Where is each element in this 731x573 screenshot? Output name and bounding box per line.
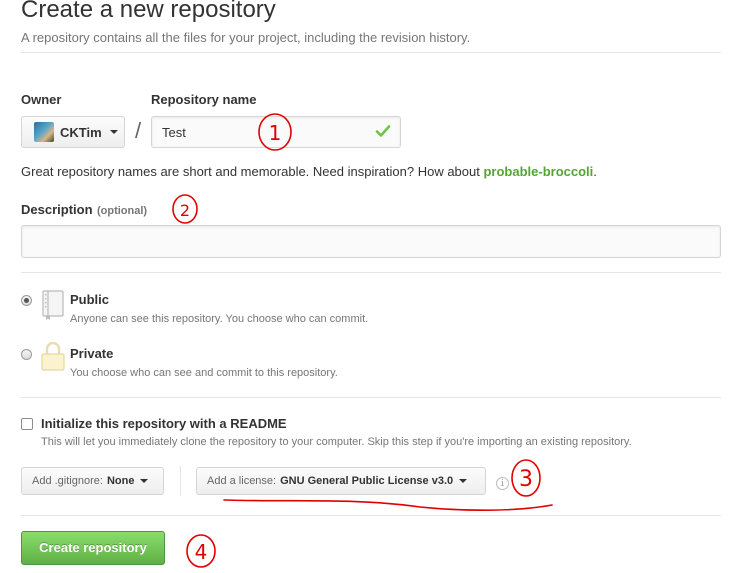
info-icon[interactable]: i (496, 477, 509, 490)
annotation-circle-3 (511, 459, 541, 497)
license-select-button[interactable]: Add a license: GNU General Public Licens… (196, 467, 486, 495)
public-title: Public (70, 292, 110, 307)
annotation-number-4: 4 (195, 540, 208, 564)
readme-checkbox[interactable] (21, 418, 33, 430)
annotation-number-3: 3 (519, 467, 533, 492)
chevron-down-icon (459, 479, 468, 483)
chevron-down-icon (140, 479, 149, 483)
annotation-circle-2 (172, 194, 198, 224)
public-radio[interactable] (21, 295, 32, 306)
private-title: Private (70, 346, 114, 361)
chevron-down-icon (109, 130, 118, 134)
gitignore-select-button[interactable]: Add .gitignore: None (21, 467, 164, 495)
check-icon (375, 125, 391, 137)
avatar (34, 122, 54, 142)
divider (180, 466, 181, 496)
page-subtitle: A repository contains all the files for … (21, 30, 471, 45)
owner-label: Owner (21, 92, 62, 107)
annotation-circle-4 (186, 534, 216, 568)
divider (21, 52, 721, 53)
readme-title[interactable]: Initialize this repository with a README (41, 416, 287, 431)
owner-repo-separator: / (135, 118, 142, 143)
repository-name-input[interactable] (151, 116, 401, 148)
private-radio[interactable] (21, 349, 32, 360)
annotation-underline (223, 499, 553, 511)
description-label: Description (optional) (21, 202, 148, 217)
public-description: Anyone can see this repository. You choo… (70, 313, 369, 325)
suggested-name-link[interactable]: probable-broccoli (483, 164, 593, 179)
lock-icon (41, 341, 65, 371)
repository-name-label: Repository name (151, 92, 257, 107)
divider (21, 272, 721, 273)
divider (21, 515, 721, 516)
owner-name: CKTim (60, 124, 102, 140)
optional-tag: (optional) (96, 205, 148, 217)
divider (21, 397, 721, 398)
annotation-number-2: 2 (180, 201, 190, 220)
owner-select-button[interactable]: CKTim (21, 116, 125, 148)
readme-description: This will let you immediately clone the … (41, 436, 632, 448)
description-input[interactable] (21, 225, 721, 258)
private-description: You choose who can see and commit to thi… (70, 367, 338, 379)
name-hint: Great repository names are short and mem… (21, 164, 597, 179)
create-repository-button[interactable]: Create repository (21, 531, 165, 565)
book-icon (42, 290, 64, 320)
page-title: Create a new repository (21, 0, 276, 23)
